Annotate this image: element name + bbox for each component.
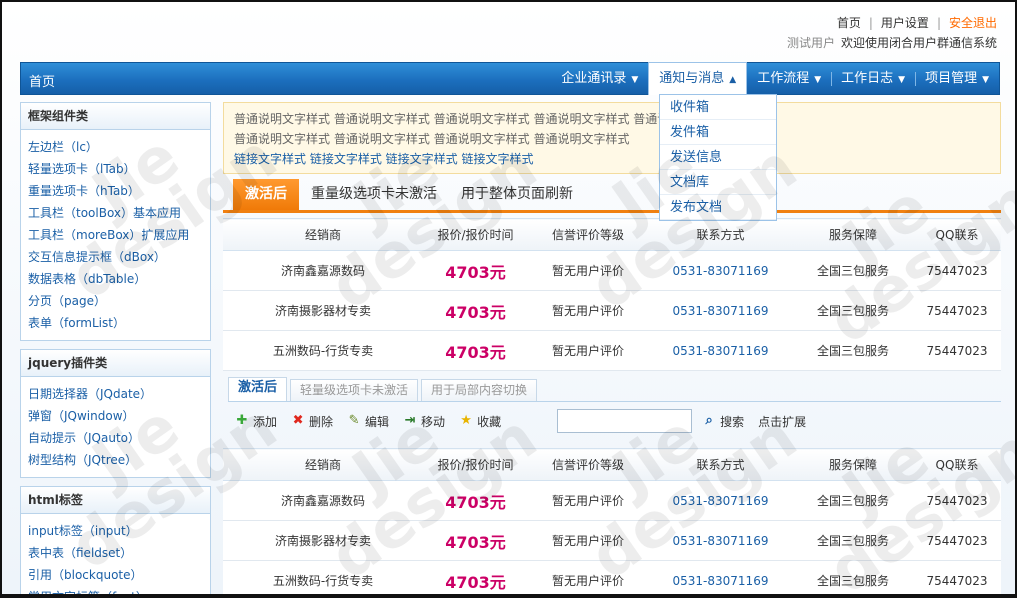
caret-down-icon: ▼ [898,75,906,85]
table-row: 五洲数码-行货专卖 4703元 暂无用户评价 0531-83071169 全国三… [223,560,1001,594]
search-button[interactable]: ⌕ 搜索 [702,413,744,430]
sidebar-item[interactable]: 数据表格（dbTable） [28,268,210,290]
tab-light-active[interactable]: 激活后 [228,377,288,401]
add-button[interactable]: ✚ 添加 [235,413,277,430]
search-input[interactable] [557,409,693,433]
favorite-button[interactable]: ★ 收藏 [459,413,501,430]
edit-button[interactable]: ✎ 编辑 [347,413,389,430]
delete-x-icon: ✖ [292,413,304,428]
sidebar-item[interactable]: 分页（page） [28,290,210,312]
logout-link[interactable]: 安全退出 [949,14,997,31]
main-nav: 首页 企业通讯录 ▼ 通知与消息 ▲ 工作流程 ▼ 工作日志 ▼ 项目管理 ▼ [20,62,1000,95]
star-icon: ★ [460,413,472,428]
tab-heavy-refresh[interactable]: 用于整体页面刷新 [449,179,585,210]
sidebar-item[interactable]: 重量选项卡（hTab） [28,180,210,202]
dropdown-item-outbox[interactable]: 发件箱 [660,120,776,145]
sidebar-item[interactable]: 弹窗（JQwindow） [28,405,210,427]
dropdown-item-send-message[interactable]: 发送信息 [660,145,776,170]
table-1-wrap: 经销商 报价/报价时间 信誉评价等级 联系方式 服务保障 QQ联系 济南鑫嘉源数… [223,218,1001,371]
page-frame: 首页 | 用户设置 | 安全退出 测试用户 欢迎使用闭合用户群通信系统 首页 企业… [0,0,1017,598]
tab-light-switch[interactable]: 用于局部内容切换 [421,379,538,401]
col-rating: 信誉评价等级 [528,218,648,251]
sidebar-item[interactable]: 表单（formList） [28,312,210,334]
panel-title: 框架组件类 [21,103,210,130]
light-tabs: 激活后 轻量级选项卡未激活 用于局部内容切换 [228,377,1001,402]
col-qq: QQ联系 [913,448,1001,481]
tab-light-inactive[interactable]: 轻量级选项卡未激活 [290,379,419,401]
sidebar-panel-html: html标签 input标签（input） 表中表（fieldset） 引用（b… [20,486,211,594]
sidebar-item[interactable]: 常用文字标签（font） [28,586,210,594]
nav-worklog[interactable]: 工作日志 ▼ [831,63,915,94]
tab-heavy-inactive[interactable]: 重量级选项卡未激活 [299,179,449,210]
notice-text: 普通说明文字样式 普通说明文字样式 普通说明文字样式 普通说明文字样式 [234,132,630,146]
sidebar: 框架组件类 左边栏（lc） 轻量选项卡（lTab） 重量选项卡（hTab） 工具… [20,102,211,594]
toolbar: ✚ 添加 ✖ 删除 ✎ 编辑 ⇥ 移动 ★ 收藏 ⌕ 搜索 点击扩展 [223,404,1001,438]
sidebar-item[interactable]: 日期选择器（JQdate） [28,383,210,405]
welcome-message: 测试用户 欢迎使用闭合用户群通信系统 [786,36,997,50]
move-icon: ⇥ [404,413,416,428]
caret-up-icon: ▲ [729,75,737,85]
sidebar-item[interactable]: 引用（blockquote） [28,564,210,586]
notice-text: 普通说明文字样式 普通说明文字样式 普通说明文字样式 普通说明文字样式 普通说明… [234,112,730,126]
notice-box: 普通说明文字样式 普通说明文字样式 普通说明文字样式 普通说明文字样式 普通说明… [223,102,1001,174]
caret-down-icon: ▼ [982,75,989,85]
col-dealer: 经销商 [223,218,423,251]
notifications-dropdown: 收件箱 发件箱 发送信息 文档库 发布文档 [659,94,777,221]
table-row: 济南鑫嘉源数码 4703元 暂无用户评价 0531-83071169 全国三包服… [223,480,1001,521]
sidebar-item[interactable]: 表中表（fieldset） [28,542,210,564]
sidebar-item[interactable]: 自动提示（JQauto） [28,427,210,449]
heavy-tabs: 激活后 重量级选项卡未激活 用于整体页面刷新 [223,179,1001,213]
col-contact: 联系方式 [648,448,793,481]
sidebar-item[interactable]: 工具栏（moreBox）扩展应用 [28,224,210,246]
col-rating: 信誉评价等级 [528,448,648,481]
sidebar-item[interactable]: 左边栏（lc） [28,136,210,158]
col-service: 服务保障 [793,448,913,481]
panel-title: jquery插件类 [21,350,210,377]
notice-links[interactable]: 链接文字样式 链接文字样式 链接文字样式 链接文字样式 [234,149,990,169]
delete-button[interactable]: ✖ 删除 [291,413,333,430]
dropdown-item-doc-library[interactable]: 文档库 [660,170,776,195]
tab-heavy-active[interactable]: 激活后 [233,179,299,210]
col-dealer: 经销商 [223,448,423,481]
nav-workflow[interactable]: 工作流程 ▼ [747,63,831,94]
move-button[interactable]: ⇥ 移动 [403,413,445,430]
sidebar-item[interactable]: 工具栏（toolBox）基本应用 [28,202,210,224]
nav-contacts[interactable]: 企业通讯录 ▼ [551,63,648,94]
user-settings-link[interactable]: 用户设置 [881,14,929,31]
top-links: 首页 | 用户设置 | 安全退出 [836,14,997,31]
table-row: 济南摄影器材专卖 4703元 暂无用户评价 0531-83071169 全国三包… [223,290,1001,331]
table-2-wrap: 经销商 报价/报价时间 信誉评价等级 联系方式 服务保障 QQ联系 济南鑫嘉源数… [223,448,1001,594]
sidebar-panel-jquery: jquery插件类 日期选择器（JQdate） 弹窗（JQwindow） 自动提… [20,349,211,478]
dealer-table-2: 经销商 报价/报价时间 信誉评价等级 联系方式 服务保障 QQ联系 济南鑫嘉源数… [223,448,1001,594]
col-qq: QQ联系 [913,218,1001,251]
caret-down-icon: ▼ [631,75,639,85]
nav-home[interactable]: 首页 [29,71,55,90]
nav-projects[interactable]: 项目管理 ▼ [915,63,999,94]
dealer-table-1: 经销商 报价/报价时间 信誉评价等级 联系方式 服务保障 QQ联系 济南鑫嘉源数… [223,218,1001,371]
expand-button[interactable]: 点击扩展 [758,413,806,430]
caret-down-icon: ▼ [814,75,822,85]
search-icon: ⌕ [705,413,713,428]
sidebar-item[interactable]: 树型结构（JQtree） [28,449,210,471]
plus-icon: ✚ [236,413,248,428]
current-user: 测试用户 [786,36,835,50]
dropdown-item-publish-doc[interactable]: 发布文档 [660,195,776,220]
col-service: 服务保障 [793,218,913,251]
nav-notifications[interactable]: 通知与消息 ▲ [648,62,748,95]
col-price: 报价/报价时间 [423,448,528,481]
table-row: 济南鑫嘉源数码 4703元 暂无用户评价 0531-83071169 全国三包服… [223,250,1001,291]
table-row: 济南摄影器材专卖 4703元 暂无用户评价 0531-83071169 全国三包… [223,520,1001,561]
pencil-icon: ✎ [348,413,360,428]
sidebar-panel-framework: 框架组件类 左边栏（lc） 轻量选项卡（lTab） 重量选项卡（hTab） 工具… [20,102,211,341]
table-row: 五洲数码-行货专卖 4703元 暂无用户评价 0531-83071169 全国三… [223,330,1001,371]
col-contact: 联系方式 [648,218,793,251]
sidebar-item[interactable]: 交互信息提示框（dBox） [28,246,210,268]
dropdown-item-inbox[interactable]: 收件箱 [660,95,776,120]
sidebar-item[interactable]: input标签（input） [28,520,210,542]
sidebar-item[interactable]: 轻量选项卡（lTab） [28,158,210,180]
col-price: 报价/报价时间 [423,218,528,251]
panel-title: html标签 [21,487,210,514]
home-link[interactable]: 首页 [837,14,861,31]
